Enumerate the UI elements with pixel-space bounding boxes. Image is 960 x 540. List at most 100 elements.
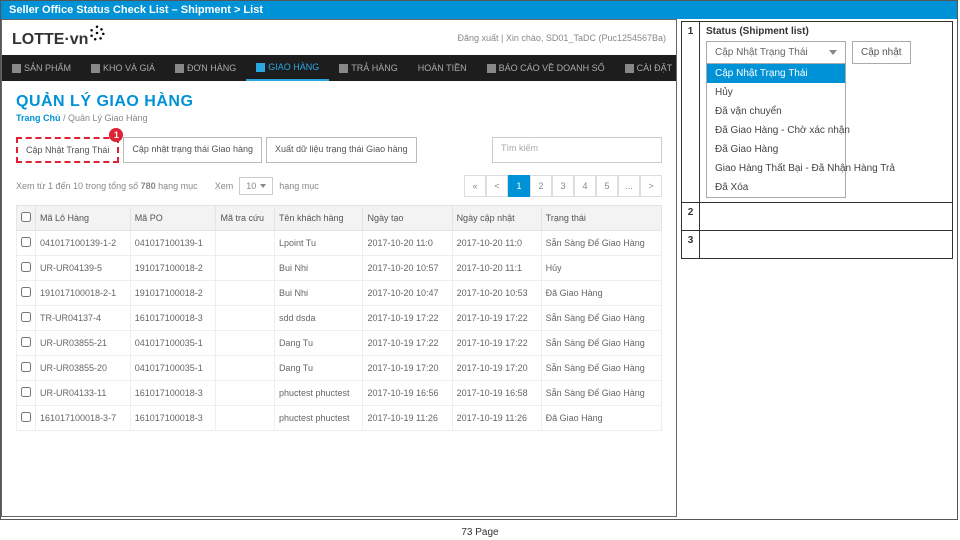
cell-po: 041017100139-1	[130, 231, 216, 256]
row-checkbox[interactable]	[17, 256, 36, 281]
pager-unit-label: hạng mục	[279, 181, 319, 191]
breadcrumb: Trang Chủ / Quản Lý Giao Hàng	[16, 113, 662, 123]
cell-created: 2017-10-19 17:22	[363, 331, 452, 356]
update-status-button[interactable]: Cập Nhật Trạng Thái 1	[16, 137, 119, 163]
nav-item[interactable]: TRẢ HÀNG	[329, 55, 408, 81]
pager-summary: Xem từ 1 đến 10 trong tổng số 780 hạng m…	[16, 181, 198, 191]
chevron-down-icon	[260, 184, 266, 188]
cell-created: 2017-10-20 10:57	[363, 256, 452, 281]
cell-lot: UR-UR04139-5	[36, 256, 131, 281]
cart-icon	[175, 64, 184, 73]
table-row: 161017100018-3-7161017100018-3phuctest p…	[17, 406, 662, 431]
cell-created: 2017-10-20 11:0	[363, 231, 452, 256]
nav-item[interactable]: HOÀN TIỀN	[408, 55, 477, 81]
status-option[interactable]: Đã Giao Hàng - Chờ xác nhận	[707, 121, 845, 140]
cell-status: Sẵn Sàng Để Giao Hàng	[541, 231, 661, 256]
cell-customer: Lpoint Tu	[274, 231, 363, 256]
shipments-table: Mã Lô Hàng Mã PO Mã tra cứu Tên khách hà…	[16, 205, 662, 431]
row-checkbox[interactable]	[17, 281, 36, 306]
page-button[interactable]: «	[464, 175, 486, 197]
th-customer: Tên khách hàng	[274, 206, 363, 231]
page-size-select[interactable]: 10	[239, 177, 273, 195]
update-status-button-label: Cập Nhật Trạng Thái	[26, 145, 109, 155]
update-delivery-status-button[interactable]: Cập nhật trạng thái Giao hàng	[123, 137, 262, 163]
cell-created: 2017-10-19 16:56	[363, 381, 452, 406]
cell-tracking	[216, 231, 274, 256]
nav-item-label: GIAO HÀNG	[268, 62, 319, 72]
slide-frame: Seller Office Status Check List – Shipme…	[0, 0, 958, 520]
export-delivery-status-button[interactable]: Xuất dữ liệu trạng thái Giao hàng	[266, 137, 417, 163]
cell-updated: 2017-10-19 17:22	[452, 331, 541, 356]
annotation-panel: 1 Status (Shipment list) Cập Nhật Trạng …	[677, 19, 957, 517]
row-checkbox[interactable]	[17, 356, 36, 381]
page-button[interactable]: 1	[508, 175, 530, 197]
page-button[interactable]: 3	[552, 175, 574, 197]
status-dropdown-value: Cập Nhật Trạng Thái	[715, 47, 808, 58]
cell-status: Đã Giao Hàng	[541, 406, 661, 431]
breadcrumb-home[interactable]: Trang Chủ	[16, 113, 61, 123]
th-po: Mã PO	[130, 206, 216, 231]
anno-body-3	[700, 231, 953, 259]
page-button[interactable]: 4	[574, 175, 596, 197]
cell-customer: sdd dsda	[274, 306, 363, 331]
th-updated: Ngày cập nhật	[452, 206, 541, 231]
cell-lot: 041017100139-1-2	[36, 231, 131, 256]
status-option[interactable]: Đã Giao Hàng	[707, 140, 845, 159]
page-button[interactable]: 5	[596, 175, 618, 197]
row-checkbox[interactable]	[17, 231, 36, 256]
cell-created: 2017-10-19 11:26	[363, 406, 452, 431]
status-option[interactable]: Cập Nhật Trạng Thái	[707, 64, 845, 83]
nav-item-label: ĐƠN HÀNG	[187, 63, 236, 73]
row-checkbox[interactable]	[17, 306, 36, 331]
table-row: UR-UR04133-11161017100018-3phuctest phuc…	[17, 381, 662, 406]
nav-item[interactable]: GIAO HÀNG	[246, 55, 329, 81]
status-option[interactable]: Đã vận chuyển	[707, 102, 845, 121]
search-input[interactable]: Tìm kiếm	[492, 137, 662, 163]
status-option[interactable]: Đã Xóa	[707, 178, 845, 197]
pager-row: Xem từ 1 đến 10 trong tổng số 780 hạng m…	[16, 175, 662, 197]
status-dropdown[interactable]: Cập Nhật Trạng Thái Cập Nhật Trạng TháiH…	[706, 41, 846, 198]
pager-show-label: Xem	[215, 181, 234, 191]
cell-tracking	[216, 406, 274, 431]
th-checkbox[interactable]	[17, 206, 36, 231]
row-checkbox[interactable]	[17, 331, 36, 356]
row-checkbox[interactable]	[17, 406, 36, 431]
cube-icon	[12, 64, 21, 73]
cell-tracking	[216, 331, 274, 356]
cell-status: Sẵn Sàng Để Giao Hàng	[541, 356, 661, 381]
status-dropdown-apply-button[interactable]: Cập nhật	[852, 41, 911, 64]
page-button[interactable]: <	[486, 175, 508, 197]
nav-item[interactable]: CÀI ĐẶT	[615, 55, 677, 81]
row-checkbox[interactable]	[17, 381, 36, 406]
chart-icon	[487, 64, 496, 73]
cell-po: 161017100018-3	[130, 381, 216, 406]
status-option[interactable]: Giao Hàng Thất Bại - Đã Nhận Hàng Trả	[707, 159, 845, 178]
cell-customer: phuctest phuctest	[274, 381, 363, 406]
gear-icon	[625, 64, 634, 73]
logo: LOTTE·vn	[12, 26, 106, 49]
th-status: Trạng thái	[541, 206, 661, 231]
anno-num-3: 3	[682, 231, 700, 259]
nav-item-label: HOÀN TIỀN	[418, 63, 467, 73]
page-button[interactable]: ...	[618, 175, 640, 197]
table-row: TR-UR04137-4161017100018-3sdd dsda2017-1…	[17, 306, 662, 331]
truck-icon	[256, 63, 265, 72]
nav-item[interactable]: BÁO CÁO VỀ DOANH SỐ	[477, 55, 615, 81]
page-button[interactable]: >	[640, 175, 662, 197]
page-button[interactable]: 2	[530, 175, 552, 197]
table-row: 191017100018-2-1191017100018-2Bui Nhi201…	[17, 281, 662, 306]
cell-created: 2017-10-19 17:22	[363, 306, 452, 331]
cell-customer: Bui Nhi	[274, 256, 363, 281]
anno-num-2: 2	[682, 203, 700, 231]
nav-item[interactable]: KHO VÀ GIÁ	[81, 55, 165, 81]
cell-tracking	[216, 306, 274, 331]
cell-po: 161017100018-3	[130, 406, 216, 431]
nav-item[interactable]: ĐƠN HÀNG	[165, 55, 246, 81]
logo-text: LOTTE·	[12, 31, 70, 48]
nav-item[interactable]: SẢN PHẨM	[2, 55, 81, 81]
cell-status: Hủy	[541, 256, 661, 281]
slide-footer: 73 Page	[0, 527, 960, 538]
cell-tracking	[216, 281, 274, 306]
anno-num-1: 1	[682, 22, 700, 203]
status-option[interactable]: Hủy	[707, 83, 845, 102]
